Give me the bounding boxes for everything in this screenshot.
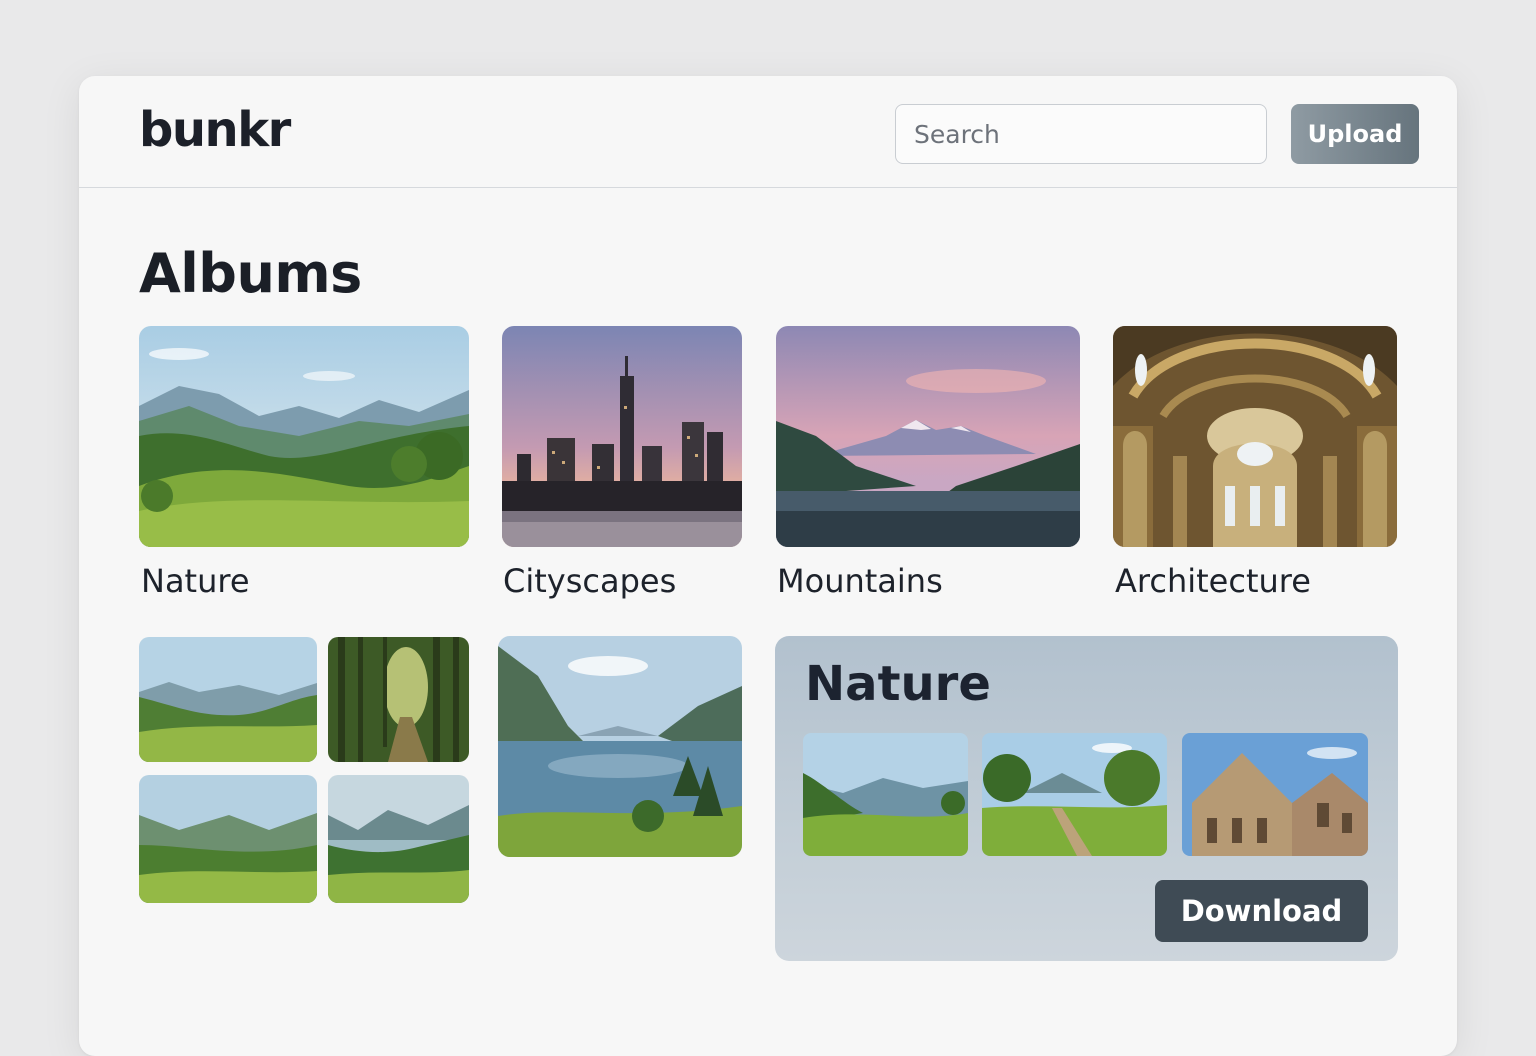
app-window: bunkr Upload Albums Nature <box>79 76 1457 1056</box>
album-cover-mountains[interactable] <box>776 326 1080 547</box>
featured-album-title: Nature <box>805 656 991 712</box>
featured-thumb-classical-building[interactable] <box>1182 733 1368 856</box>
featured-thumb-dirt-path[interactable] <box>982 733 1167 856</box>
search-input[interactable] <box>895 104 1267 164</box>
top-bar: bunkr Upload <box>79 76 1457 188</box>
thumb-green-valley-village[interactable] <box>139 775 317 903</box>
page-title: Albums <box>139 242 362 305</box>
logo[interactable]: bunkr <box>139 102 291 158</box>
upload-button[interactable]: Upload <box>1291 104 1419 164</box>
thumb-forest-path[interactable] <box>328 637 469 762</box>
thumb-mountain-lake-trees[interactable] <box>328 775 469 903</box>
thumb-lake-valley[interactable] <box>498 636 742 857</box>
thumb-green-valley[interactable] <box>139 637 317 762</box>
featured-album-panel: Nature Download <box>775 636 1398 961</box>
album-cover-cityscapes[interactable] <box>502 326 742 547</box>
album-label-architecture[interactable]: Architecture <box>1115 562 1311 600</box>
featured-thumb-green-hills[interactable] <box>803 733 968 856</box>
album-label-mountains[interactable]: Mountains <box>777 562 943 600</box>
album-label-nature[interactable]: Nature <box>141 562 250 600</box>
album-cover-nature[interactable] <box>139 326 469 547</box>
album-label-cityscapes[interactable]: Cityscapes <box>503 562 676 600</box>
album-cover-architecture[interactable] <box>1113 326 1397 547</box>
download-button[interactable]: Download <box>1155 880 1368 942</box>
